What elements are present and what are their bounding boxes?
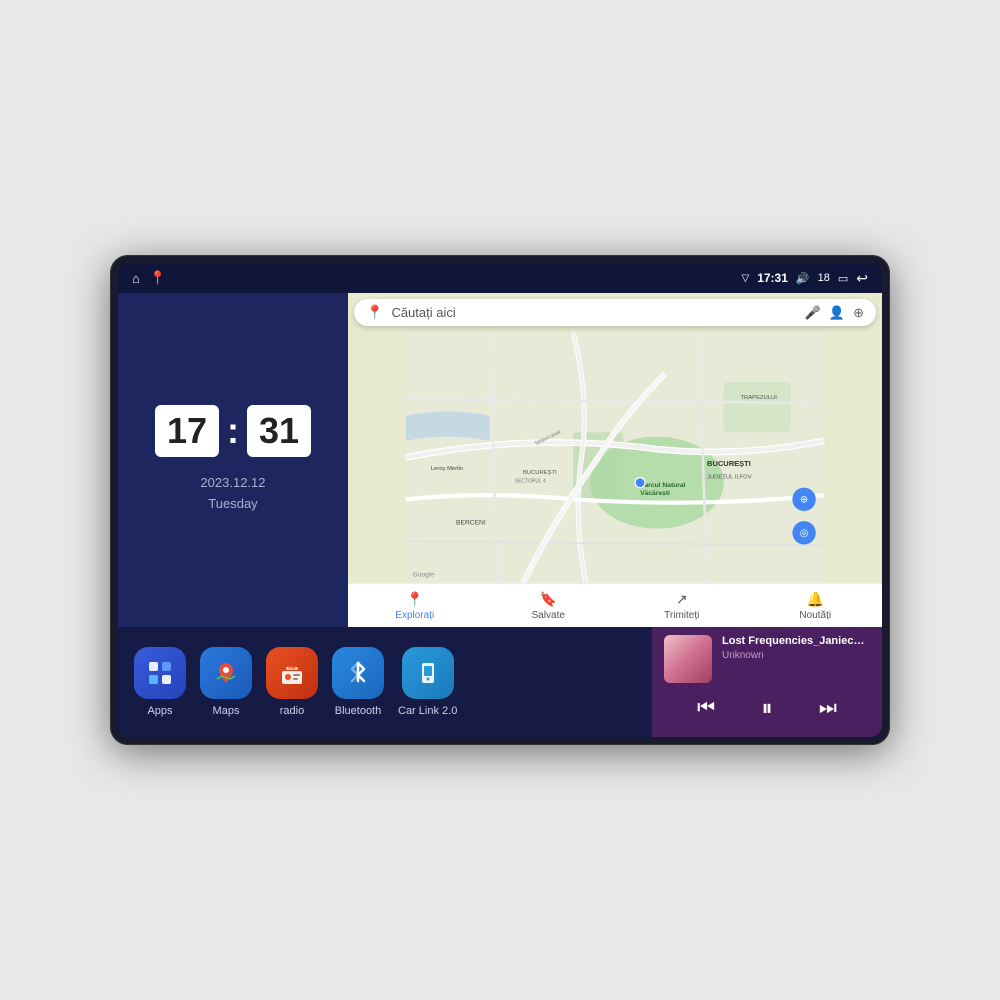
map-nav-saved[interactable]: 🔖 Salvate xyxy=(482,584,616,627)
car-infotainment-device: ⌂ 📍 ▽ 17:31 🔊 18 ▭ ↩ 17 : 31 xyxy=(110,255,890,745)
news-icon: 🔔 xyxy=(807,591,824,608)
bluetooth-icon-bg xyxy=(332,647,384,699)
clock-colon: : xyxy=(227,405,239,457)
signal-icon: ▽ xyxy=(742,273,750,284)
map-area[interactable]: Parcul Natural Văcărești Leroy Merlin BU… xyxy=(348,332,882,583)
device-screen: ⌂ 📍 ▽ 17:31 🔊 18 ▭ ↩ 17 : 31 xyxy=(118,263,882,737)
music-text: Lost Frequencies_Janieck Devy-... Unknow… xyxy=(722,635,870,661)
svg-text:SECTORUL 4: SECTORUL 4 xyxy=(515,479,546,485)
svg-text:Leroy Merlin: Leroy Merlin xyxy=(431,466,463,472)
music-controls: ⏮ ⏸ ⏭ xyxy=(664,691,870,725)
clock-date: 2023.12.12 Tuesday xyxy=(200,473,265,515)
bottom-section: Apps Maps xyxy=(118,627,882,737)
map-bottom-nav: 📍 Explorați 🔖 Salvate ↗ Trimiteți 🔔 Nout… xyxy=(348,583,882,627)
clock-display: 17 : 31 xyxy=(155,405,311,457)
app-icon-bluetooth[interactable]: Bluetooth xyxy=(332,647,384,717)
app-icon-radio[interactable]: FM radio xyxy=(266,647,318,717)
maps-status-icon[interactable]: 📍 xyxy=(150,270,166,286)
svg-text:BUCUREȘTI: BUCUREȘTI xyxy=(523,470,557,476)
battery-value: 18 xyxy=(818,272,830,284)
main-content: 17 : 31 2023.12.12 Tuesday 📍 Căutați aic… xyxy=(118,293,882,627)
app-icon-maps[interactable]: Maps xyxy=(200,647,252,717)
play-pause-button[interactable]: ⏸ xyxy=(757,691,776,725)
share-icon: ↗ xyxy=(676,591,688,608)
music-artist: Unknown xyxy=(722,650,870,661)
carlink-label: Car Link 2.0 xyxy=(398,705,457,717)
svg-text:⊕: ⊕ xyxy=(800,495,808,506)
svg-text:FM: FM xyxy=(288,666,295,672)
album-art xyxy=(664,635,712,683)
svg-text:Google: Google xyxy=(413,571,435,578)
music-title: Lost Frequencies_Janieck Devy-... xyxy=(722,635,870,647)
map-panel[interactable]: 📍 Căutați aici 🎤 👤 ⊕ xyxy=(348,293,882,627)
saved-icon: 🔖 xyxy=(540,591,557,608)
prev-button[interactable]: ⏮ xyxy=(693,693,719,724)
bluetooth-label: Bluetooth xyxy=(335,705,381,717)
clock-panel: 17 : 31 2023.12.12 Tuesday xyxy=(118,293,348,627)
next-button[interactable]: ⏭ xyxy=(815,693,841,724)
status-bar-left: ⌂ 📍 xyxy=(132,270,166,286)
music-panel: Lost Frequencies_Janieck Devy-... Unknow… xyxy=(652,627,882,737)
home-icon[interactable]: ⌂ xyxy=(132,271,140,286)
status-bar-right: ▽ 17:31 🔊 18 ▭ ↩ xyxy=(742,270,869,287)
svg-text:◎: ◎ xyxy=(800,528,809,539)
music-info: Lost Frequencies_Janieck Devy-... Unknow… xyxy=(664,635,870,683)
map-search-input[interactable]: Căutați aici xyxy=(391,305,796,320)
clock-hours: 17 xyxy=(155,405,219,457)
map-search-icons: 🎤 👤 ⊕ xyxy=(805,305,864,321)
app-icon-apps[interactable]: Apps xyxy=(134,647,186,717)
radio-label: radio xyxy=(280,705,304,717)
map-nav-explore[interactable]: 📍 Explorați xyxy=(348,584,482,627)
apps-label: Apps xyxy=(147,705,172,717)
status-bar: ⌂ 📍 ▽ 17:31 🔊 18 ▭ ↩ xyxy=(118,263,882,293)
svg-text:TRAPEZULUI: TRAPEZULUI xyxy=(741,395,778,401)
svg-text:Văcărești: Văcărești xyxy=(640,490,670,497)
maps-label: Maps xyxy=(213,705,240,717)
map-location-icon: 📍 xyxy=(366,304,383,321)
maps-icon-bg xyxy=(200,647,252,699)
volume-icon: 🔊 xyxy=(796,272,810,285)
app-icon-carlink[interactable]: Car Link 2.0 xyxy=(398,647,457,717)
radio-icon-bg: FM xyxy=(266,647,318,699)
svg-text:JUDEȚUL ILFOV: JUDEȚUL ILFOV xyxy=(707,474,752,480)
back-icon[interactable]: ↩ xyxy=(856,270,868,287)
map-nav-news[interactable]: 🔔 Noutăți xyxy=(749,584,883,627)
map-nav-share[interactable]: ↗ Trimiteți xyxy=(615,584,749,627)
carlink-icon-bg xyxy=(402,647,454,699)
svg-text:BUCUREȘTI: BUCUREȘTI xyxy=(707,459,751,468)
clock-minutes: 31 xyxy=(247,405,311,457)
svg-text:BERCENI: BERCENI xyxy=(456,519,486,526)
map-search-bar[interactable]: 📍 Căutați aici 🎤 👤 ⊕ xyxy=(354,299,876,326)
layers-icon[interactable]: ⊕ xyxy=(853,305,864,321)
apps-icon-bg xyxy=(134,647,186,699)
apps-panel: Apps Maps xyxy=(118,627,652,737)
battery-icon: ▭ xyxy=(838,272,848,285)
mic-icon[interactable]: 🎤 xyxy=(805,305,821,321)
account-icon[interactable]: 👤 xyxy=(829,305,845,321)
explore-icon: 📍 xyxy=(406,591,423,608)
status-time: 17:31 xyxy=(757,271,788,285)
svg-text:Parcul Natural: Parcul Natural xyxy=(640,482,685,489)
